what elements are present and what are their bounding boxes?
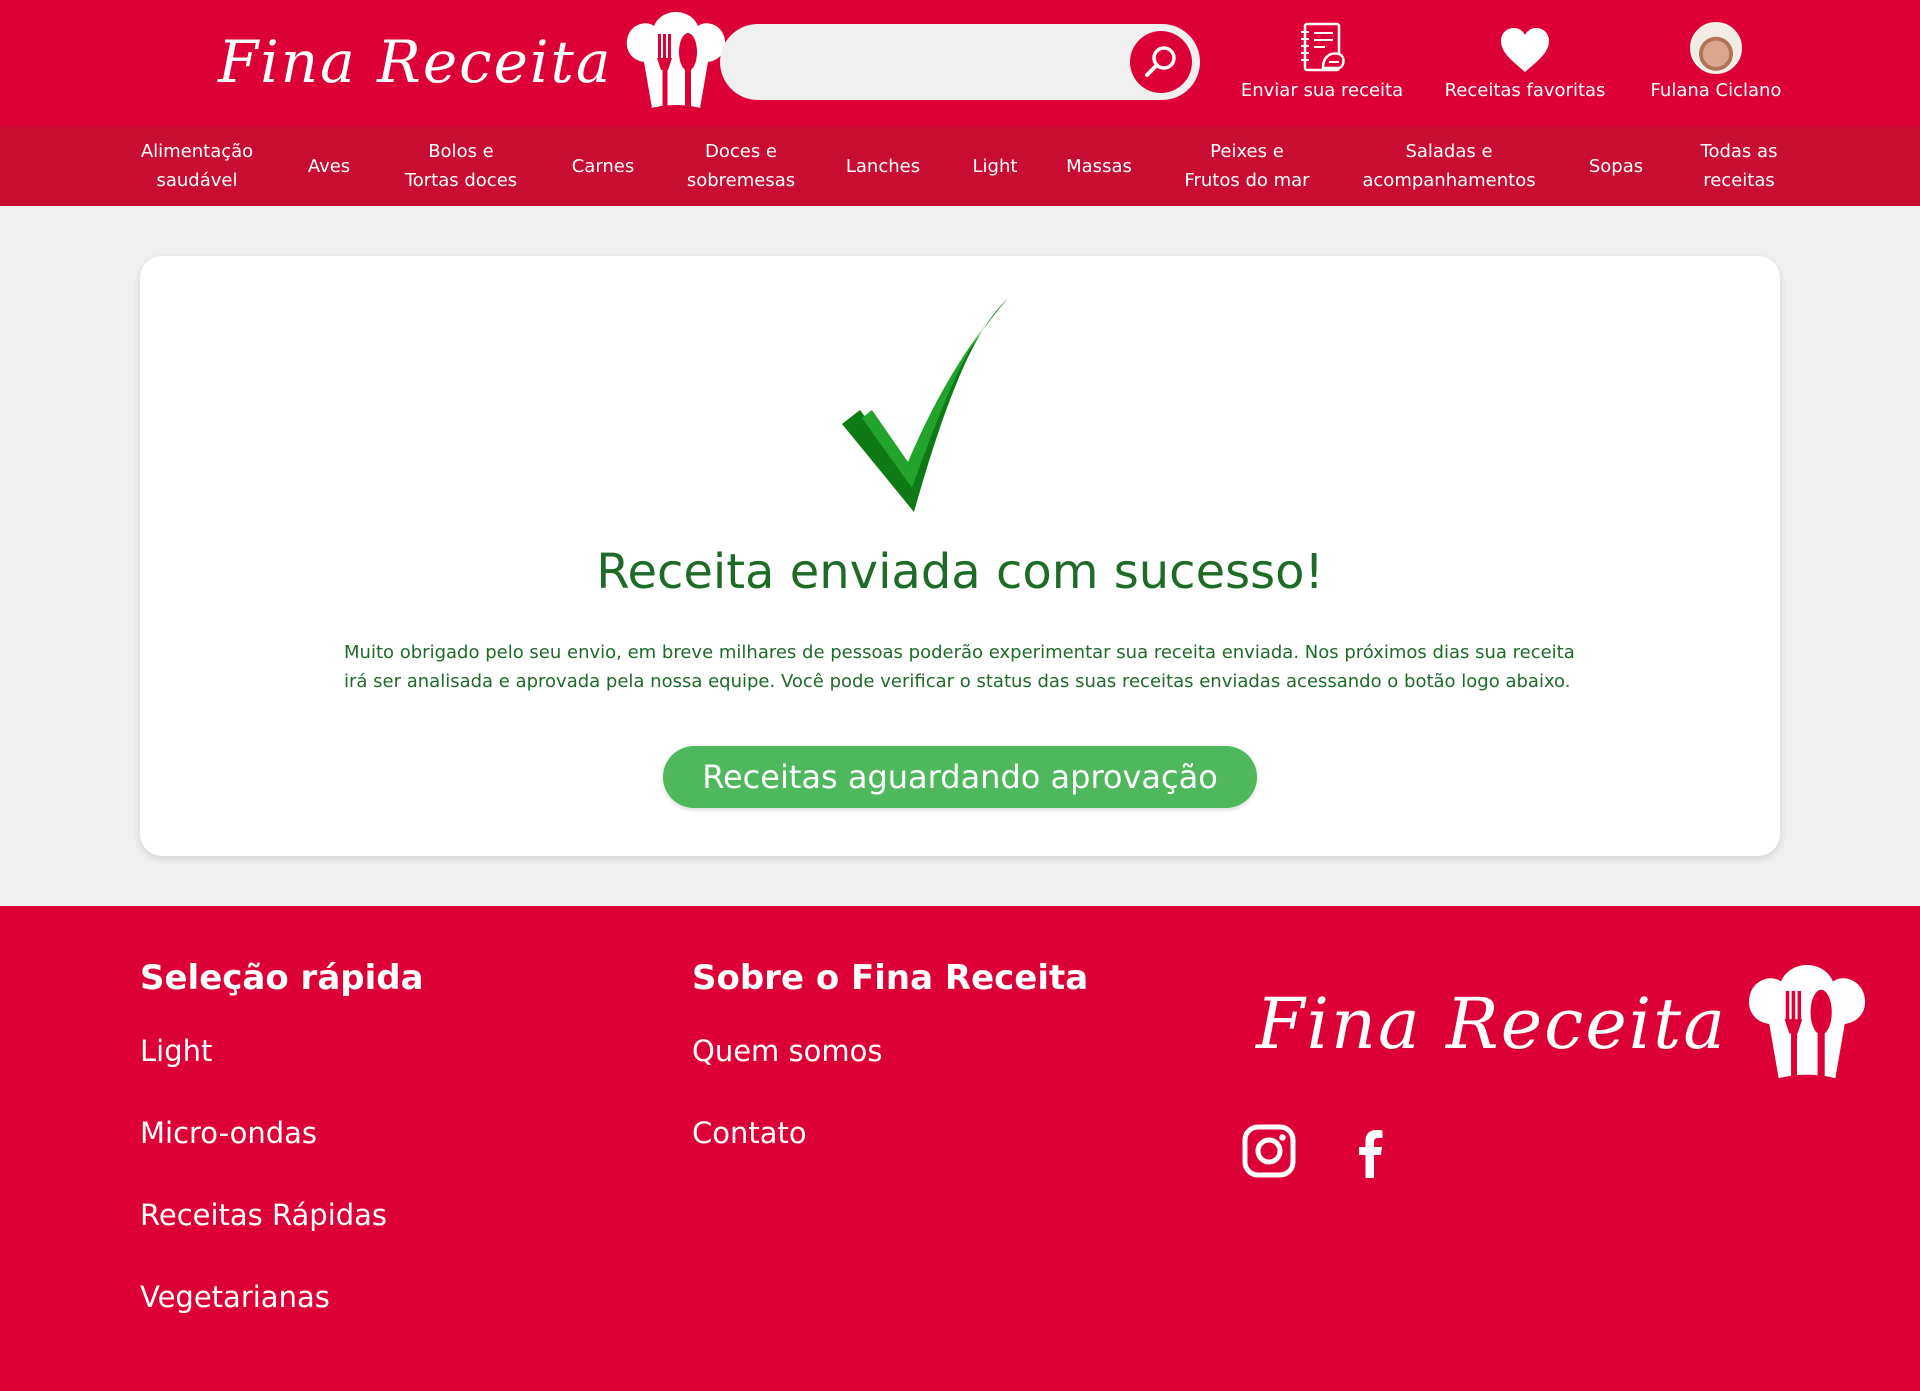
success-card: Receita enviada com sucesso! Muito obrig… <box>140 256 1780 856</box>
footer-link-micro-ondas[interactable]: Micro-ondas <box>140 1116 424 1150</box>
chef-hat-cutlery-icon <box>1748 965 1866 1079</box>
logo-text: Fina Receita <box>218 28 613 96</box>
avatar <box>1690 22 1742 74</box>
user-name: Fulana Ciclano <box>1650 80 1782 101</box>
footer-link-vegetarianas[interactable]: Vegetarianas <box>140 1280 424 1314</box>
footer-about: Sobre o Fina Receita Quem somos Contato <box>692 958 1088 1150</box>
nav-item-aves[interactable]: Aves <box>290 126 368 206</box>
checkmark-icon <box>842 298 1008 512</box>
nav-item-todas-receitas[interactable]: Todas as receitas <box>1686 126 1792 206</box>
nav-item-doces[interactable]: Doces e sobremesas <box>674 126 808 206</box>
send-recipe-link[interactable]: Enviar sua receita <box>1240 20 1404 101</box>
favorites-label: Receitas favoritas <box>1444 80 1606 101</box>
success-title: Receita enviada com sucesso! <box>596 544 1324 600</box>
footer-link-receitas-rapidas[interactable]: Receitas Rápidas <box>140 1198 424 1232</box>
footer-logo[interactable]: Fina Receita <box>1256 964 1869 1084</box>
search-icon <box>1145 46 1176 77</box>
footer-quick-selection: Seleção rápida Light Micro-ondas Receita… <box>140 958 424 1314</box>
nav-item-carnes[interactable]: Carnes <box>556 126 650 206</box>
nav-item-massas[interactable]: Massas <box>1056 126 1142 206</box>
nav-item-alimentacao-saudavel[interactable]: Alimentação saudável <box>126 126 268 206</box>
heart-icon <box>1501 28 1549 72</box>
instagram-icon[interactable] <box>1242 1124 1296 1178</box>
footer-link-contato[interactable]: Contato <box>692 1116 1088 1150</box>
nav-item-saladas[interactable]: Saladas e acompanhamentos <box>1354 126 1544 206</box>
footer-quick-title: Seleção rápida <box>140 958 424 998</box>
user-profile-link[interactable]: Fulana Ciclano <box>1646 20 1786 101</box>
nav-item-bolos-tortas[interactable]: Bolos e Tortas doces <box>396 126 526 206</box>
nav-item-lanches[interactable]: Lanches <box>836 126 930 206</box>
nav-item-peixes[interactable]: Peixes e Frutos do mar <box>1168 126 1326 206</box>
recipe-book-icon <box>1301 22 1345 72</box>
footer-link-quem-somos[interactable]: Quem somos <box>692 1034 1088 1068</box>
site-header: Fina Receita Enviar sua receita Receitas… <box>0 0 1920 126</box>
chef-hat-cutlery-icon <box>627 12 726 108</box>
search-button[interactable] <box>1130 31 1192 93</box>
facebook-icon[interactable] <box>1344 1124 1398 1178</box>
send-recipe-label: Enviar sua receita <box>1240 80 1404 101</box>
site-logo[interactable]: Fina Receita <box>218 12 728 112</box>
nav-item-light[interactable]: Light <box>960 126 1030 206</box>
footer-logo-text: Fina Receita <box>1256 983 1728 1065</box>
nav-item-sopas[interactable]: Sopas <box>1574 126 1658 206</box>
search-input[interactable] <box>748 42 1108 82</box>
footer-link-light[interactable]: Light <box>140 1034 424 1068</box>
site-footer: Seleção rápida Light Micro-ondas Receita… <box>0 906 1920 1391</box>
category-nav: Alimentação saudável Aves Bolos e Tortas… <box>0 126 1920 206</box>
search-bar <box>720 24 1200 100</box>
success-message: Muito obrigado pelo seu envio, em breve … <box>344 642 1575 692</box>
pending-recipes-button[interactable]: Receitas aguardando aprovação <box>663 746 1257 808</box>
favorites-link[interactable]: Receitas favoritas <box>1445 20 1605 101</box>
footer-about-title: Sobre o Fina Receita <box>692 958 1089 998</box>
